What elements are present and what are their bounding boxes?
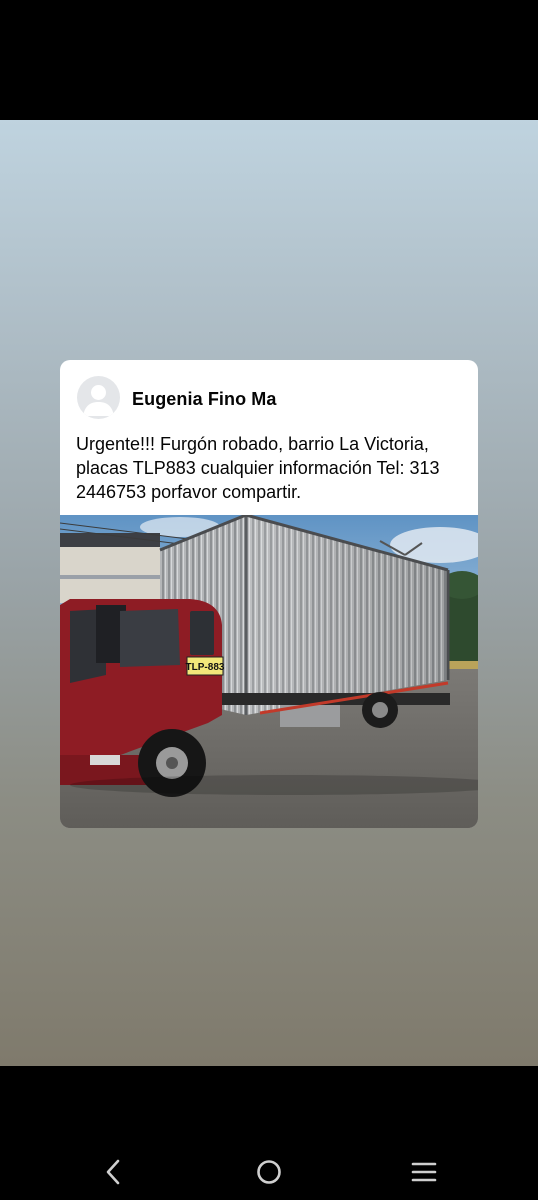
post-card: Eugenia Fino Ma Urgente!!! Furgón robado… — [60, 360, 478, 828]
post-header: Eugenia Fino Ma — [60, 360, 478, 430]
recents-button[interactable] — [409, 1157, 439, 1187]
image-viewer[interactable]: Eugenia Fino Ma Urgente!!! Furgón robado… — [0, 120, 538, 1066]
avatar[interactable] — [77, 376, 120, 419]
phone-screen: Eugenia Fino Ma Urgente!!! Furgón robado… — [0, 0, 538, 1200]
top-black-bar — [0, 0, 538, 120]
truck-photo-drawing: TLP-883 — [60, 515, 478, 828]
back-button[interactable] — [99, 1157, 129, 1187]
three-lines-icon — [411, 1162, 437, 1182]
home-button[interactable] — [254, 1157, 284, 1187]
post-text: Urgente!!! Furgón robado, barrio La Vict… — [76, 434, 440, 502]
truck-photo[interactable]: TLP-883 — [60, 515, 478, 828]
circle-home-icon — [257, 1160, 281, 1184]
license-plate-text: TLP-883 — [186, 662, 225, 673]
chevron-left-icon — [106, 1159, 120, 1185]
author-name[interactable]: Eugenia Fino Ma — [132, 389, 277, 410]
default-profile-icon — [83, 385, 114, 416]
